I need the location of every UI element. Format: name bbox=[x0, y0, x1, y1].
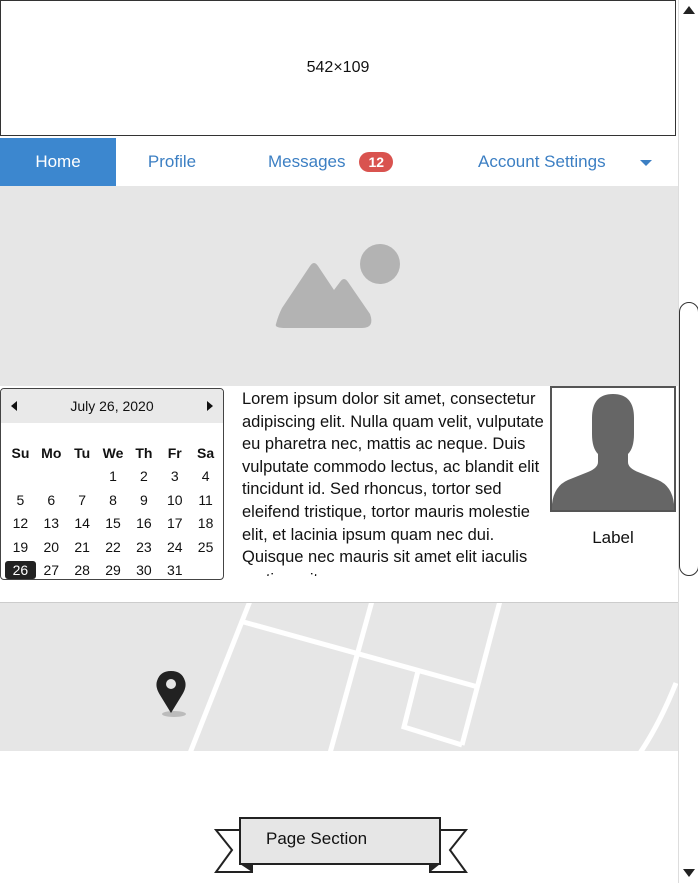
tab-profile[interactable]: Profile bbox=[116, 138, 228, 186]
map-placeholder[interactable] bbox=[0, 602, 678, 751]
calendar-week-row: 19 20 21 22 23 24 25 bbox=[5, 535, 221, 559]
calendar-day[interactable]: 12 bbox=[5, 515, 36, 531]
calendar-day[interactable]: 9 bbox=[128, 492, 159, 508]
messages-count-badge: 12 bbox=[359, 152, 394, 172]
map-pin-icon bbox=[156, 671, 186, 717]
page-section-label: Page Section bbox=[266, 829, 368, 848]
tab-messages-label: Messages bbox=[268, 152, 346, 171]
scrollbar-thumb[interactable] bbox=[679, 302, 698, 576]
tab-messages[interactable]: Messages 12 bbox=[268, 138, 428, 186]
body-paragraph: Lorem ipsum dolor sit amet, consectetur … bbox=[242, 390, 544, 576]
calendar-widget: July 26, 2020 Su Mo Tu We Th Fr Sa 1 2 3 4 5 6 7 8 9 10 1… bbox=[0, 388, 224, 580]
calendar-day[interactable]: 10 bbox=[159, 492, 190, 508]
calendar-weekday-row: Su Mo Tu We Th Fr Sa bbox=[5, 441, 221, 465]
navigation-bar: Home Profile Messages 12 Account Setting… bbox=[0, 138, 678, 186]
calendar-week-row: 5 6 7 8 9 10 11 bbox=[5, 488, 221, 512]
calendar-week-row: 1234 bbox=[5, 465, 221, 489]
user-silhouette-icon bbox=[552, 394, 674, 510]
calendar-day[interactable]: 3 bbox=[159, 468, 190, 484]
calendar-header: July 26, 2020 bbox=[1, 389, 223, 423]
map-streets bbox=[188, 603, 678, 751]
calendar-day[interactable]: 17 bbox=[159, 515, 190, 531]
calendar-day-selected[interactable]: 26 bbox=[5, 561, 36, 579]
calendar-day[interactable]: 13 bbox=[36, 515, 67, 531]
calendar-day[interactable]: 1 bbox=[98, 468, 129, 484]
calendar-day[interactable]: 27 bbox=[36, 562, 67, 578]
next-month-icon[interactable] bbox=[207, 401, 213, 411]
calendar-weekday: Mo bbox=[41, 444, 62, 461]
tab-account-settings-label: Account Settings bbox=[478, 152, 606, 171]
previous-month-icon[interactable] bbox=[11, 401, 17, 411]
image-placeholder bbox=[0, 186, 678, 386]
calendar-day[interactable]: 29 bbox=[98, 562, 129, 578]
calendar-day[interactable]: 31 bbox=[159, 562, 190, 578]
chevron-down-icon[interactable] bbox=[640, 160, 652, 166]
calendar-day[interactable]: 14 bbox=[67, 515, 98, 531]
calendar-day[interactable]: 6 bbox=[36, 492, 67, 508]
calendar-day[interactable]: 4 bbox=[190, 468, 221, 484]
calendar-day[interactable]: 18 bbox=[190, 515, 221, 531]
calendar-week-row: 12 13 14 15 16 17 18 bbox=[5, 512, 221, 536]
image-icon bbox=[275, 244, 400, 328]
scroll-down-icon[interactable] bbox=[682, 866, 696, 880]
calendar-weekday: Th bbox=[135, 444, 153, 461]
banner-placeholder: 542×109 bbox=[0, 0, 676, 136]
calendar-weekday: Fr bbox=[167, 444, 182, 461]
calendar-day[interactable]: 30 bbox=[128, 562, 159, 578]
calendar-day[interactable]: 15 bbox=[98, 515, 129, 531]
tab-home-label: Home bbox=[35, 152, 81, 171]
calendar-weekday: We bbox=[102, 444, 124, 461]
avatar-label: Label bbox=[592, 528, 634, 547]
avatar bbox=[550, 386, 676, 512]
calendar-day[interactable]: 22 bbox=[98, 539, 129, 555]
calendar-day[interactable]: 25 bbox=[190, 539, 221, 555]
calendar-day[interactable]: 21 bbox=[67, 539, 98, 555]
calendar-day[interactable]: 19 bbox=[5, 539, 36, 555]
calendar-grid: Su Mo Tu We Th Fr Sa 1 2 3 4 5 6 7 8 9 10 11 12 13 14 15 16 17 1… bbox=[5, 441, 221, 579]
calendar-day[interactable]: 2 bbox=[128, 468, 159, 484]
calendar-title: July 26, 2020 bbox=[70, 398, 154, 414]
calendar-weekday: Sa bbox=[197, 444, 215, 461]
calendar-day[interactable]: 5 bbox=[5, 492, 36, 508]
calendar-weekday: Su bbox=[11, 444, 30, 461]
calendar-day[interactable]: 16 bbox=[128, 515, 159, 531]
tab-profile-label: Profile bbox=[147, 152, 197, 171]
tab-account-settings[interactable]: Account Settings bbox=[478, 138, 676, 186]
calendar-weekday: Tu bbox=[74, 444, 91, 461]
page-section-ribbon: Page Section bbox=[0, 800, 678, 883]
calendar-day[interactable]: 8 bbox=[98, 492, 129, 508]
banner-size-text: 542×109 bbox=[306, 59, 370, 76]
calendar-day[interactable]: 11 bbox=[190, 492, 221, 508]
calendar-day[interactable]: 28 bbox=[67, 562, 98, 578]
tab-home[interactable]: Home bbox=[0, 138, 116, 186]
calendar-day[interactable]: 24 bbox=[159, 539, 190, 555]
scroll-up-icon[interactable] bbox=[682, 3, 696, 17]
calendar-day[interactable]: 7 bbox=[67, 492, 98, 508]
calendar-week-row: 26 27 28 29 30 31 bbox=[5, 559, 221, 579]
calendar-day[interactable]: 23 bbox=[128, 539, 159, 555]
vertical-scrollbar[interactable] bbox=[678, 0, 698, 883]
calendar-day[interactable]: 20 bbox=[36, 539, 67, 555]
